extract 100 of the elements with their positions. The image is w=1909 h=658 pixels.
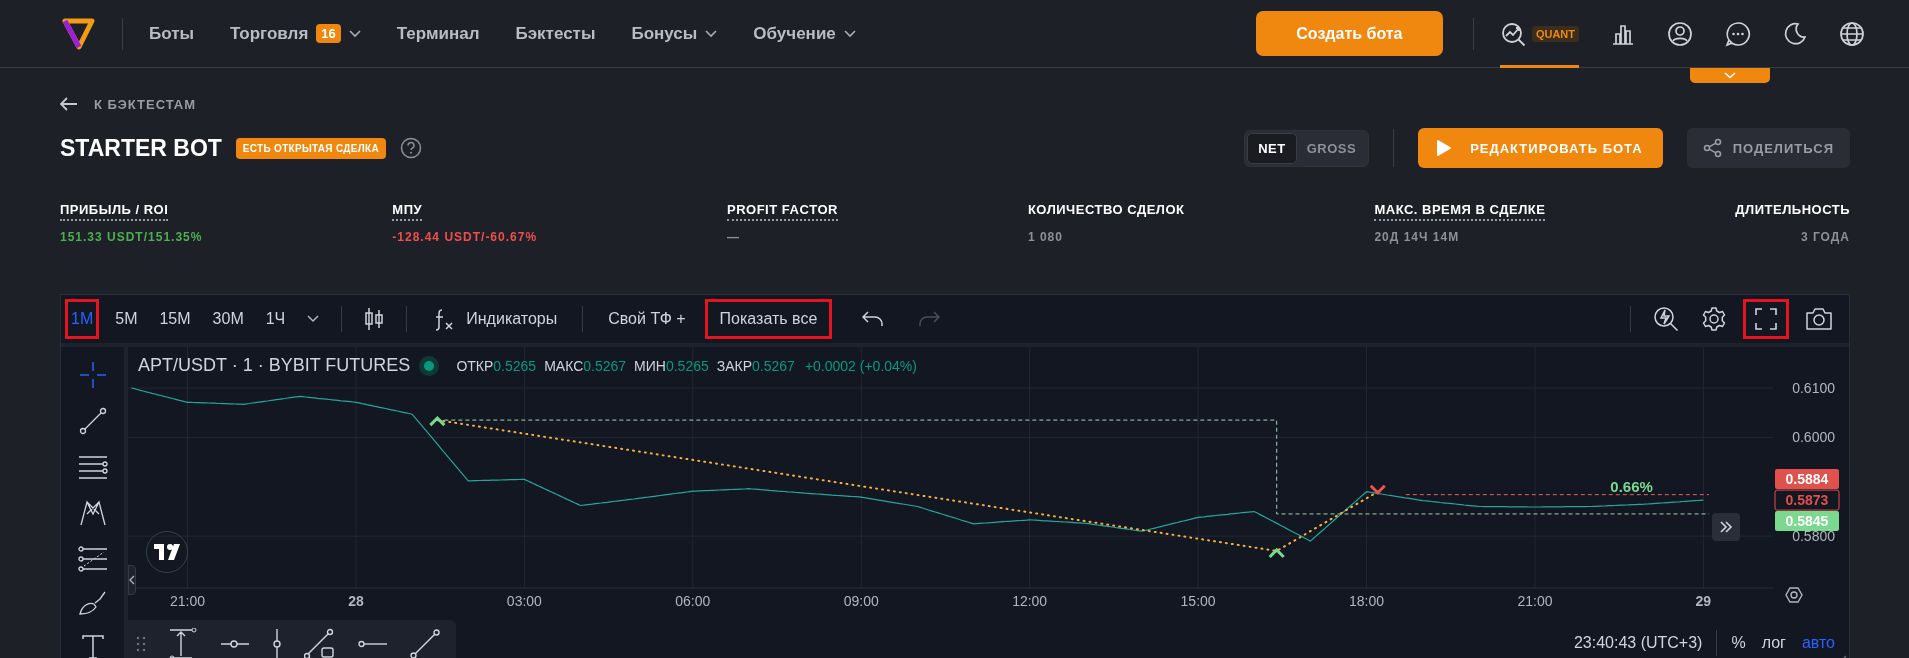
fullscreen-icon [1755,308,1777,330]
stat-label: КОЛИЧЕСТВО СДЕЛОК [1027,202,1185,219]
chat-icon[interactable] [1725,20,1751,47]
ohlc-value: 0.5265 [665,357,709,374]
chevron-down-icon[interactable] [307,315,320,323]
stat-value: 3 ГОДА [1800,230,1850,244]
scale-option[interactable]: авто [1801,633,1835,652]
drag-handle-icon[interactable] [136,635,146,652]
time-tick: 18:00 [1349,593,1385,609]
vertical-line-icon[interactable] [272,627,282,658]
stat-label: МПУ [392,202,423,221]
nav-link[interactable]: Торговля 16 [230,23,361,44]
status-badge: ЕСТЬ ОТКРЫТАЯ СДЕЛКА [235,137,386,159]
price-change: +0.0002 (+0.04%) [804,357,917,374]
arrow-left-icon [60,97,78,111]
brush-icon[interactable] [77,590,108,617]
time-tick: 12:00 [1012,593,1048,609]
chevron-down-icon [1724,72,1736,79]
ohlc-label: ОТКР [456,357,494,374]
stat-value: -128.44 USDT/-60.67% [392,230,538,244]
user-icon[interactable] [1667,20,1693,47]
ohlc-value: 0.5267 [583,357,627,374]
show-all-button[interactable]: Показать все [704,299,833,339]
moon-icon[interactable] [1783,21,1807,46]
ohlc-value: 0.5265 [493,357,537,374]
price-tag: 0.5873 [1774,489,1840,511]
clock-time: 23:40:43 (UTC+3) [1573,633,1703,652]
ohlc-label: ЗАКР [716,357,753,374]
time-tick: 09:00 [843,593,879,609]
ohlc-value: 0.5267 [752,357,795,374]
quant-badge: QUANT [1531,25,1579,42]
timeframe-button[interactable]: 30М [206,299,250,339]
stat-label: ДЛИТЕЛЬНОСТЬ [1735,202,1850,219]
timeframe-button[interactable]: 15М [153,299,197,339]
price-tag: 0.5845 [1775,511,1839,532]
text-tool-icon[interactable] [80,633,105,658]
candlestick-icon[interactable] [364,307,385,331]
share-icon [1702,138,1723,158]
scale-option[interactable]: лог [1761,633,1786,652]
custom-timeframe-button[interactable]: Свой ТФ + [599,299,695,339]
crosshair-icon[interactable] [78,361,107,389]
price-range-icon[interactable] [168,627,198,658]
time-tick: 28 [348,593,364,609]
trend-line-icon[interactable] [78,406,107,435]
time-tick: 21:00 [170,593,206,609]
stat-label: PROFIT FACTOR [727,202,838,221]
time-tick: 03:00 [506,593,542,609]
ohlc-label: МАКС [544,357,584,374]
stat-value: — [727,230,740,244]
help-icon[interactable] [399,137,422,159]
ohlc-label: МИН [634,357,666,374]
lightning-magnifier-icon[interactable] [1653,306,1679,332]
stat-label: ПРИБЫЛЬ / ROI [60,202,169,221]
scale-option[interactable]: % [1731,633,1746,652]
logo-icon[interactable] [62,16,96,51]
time-tick: 06:00 [675,593,711,609]
globe-icon[interactable] [1839,20,1865,47]
time-tick: 29 [1695,593,1712,609]
quant-tab[interactable]: QUANT [1499,0,1579,68]
double-chevron-right-icon [1719,520,1733,534]
time-tick: 21:00 [1517,593,1553,609]
stat-value: 20Д 14Ч 14М [1374,230,1460,244]
collapse-handle[interactable] [128,565,136,595]
bot-title: STARTER BOT [60,134,222,162]
fullscreen-button[interactable] [1743,299,1789,339]
callout-line-icon[interactable] [304,627,336,658]
time-tick: 15:00 [1180,593,1216,609]
timeframe-button[interactable]: 5М [109,299,144,339]
trend-line-icon[interactable] [410,628,440,658]
back-link[interactable]: К БЭКТЕСТАМ [60,86,197,122]
camera-icon[interactable] [1805,307,1833,331]
stat-label: МАКС. ВРЕМЯ В СДЕЛКЕ [1374,202,1546,221]
profit-label: 0.66% [1610,477,1653,495]
line-segment-icon[interactable] [358,638,388,649]
chevron-left-icon [129,575,135,585]
stat-value: 151.33 USDT/151.35% [60,230,203,244]
play-icon [1436,139,1453,157]
nav-link[interactable]: Бонусы [631,23,718,44]
stat-value: 1 080 [1027,230,1063,244]
nav-link[interactable]: Бэктесты [515,23,596,44]
indicators-button[interactable]: Индикаторы [423,299,567,339]
price-tick: 0.6100 [1792,380,1835,396]
nav-link[interactable]: Боты [149,23,195,44]
undo-icon[interactable] [862,311,885,327]
mode-tab[interactable]: GROSS [1296,132,1367,164]
scroll-right-button[interactable] [1712,513,1740,541]
horizontal-ray-icon[interactable] [220,638,250,649]
price-tag: 0.5884 [1775,469,1839,490]
count-badge: 16 [316,24,341,43]
fibonacci-icon[interactable] [77,546,108,573]
share-button[interactable]: ПОДЕЛИТЬСЯ [1686,128,1850,168]
settings-icon[interactable] [1701,306,1727,332]
price-tick: 0.6000 [1792,429,1835,446]
symbol-title: APT/USDT · 1 · BYBIT FUTURES [138,355,411,376]
hexagon-settings-icon[interactable] [1785,587,1803,603]
timeframe-button[interactable]: 1М [65,299,100,339]
nav-link[interactable]: Терминал [396,23,480,44]
timeframe-button[interactable]: 1Ч [259,299,292,339]
mode-tab[interactable]: NET [1247,132,1297,164]
nav-link[interactable]: Обучение [753,23,856,44]
